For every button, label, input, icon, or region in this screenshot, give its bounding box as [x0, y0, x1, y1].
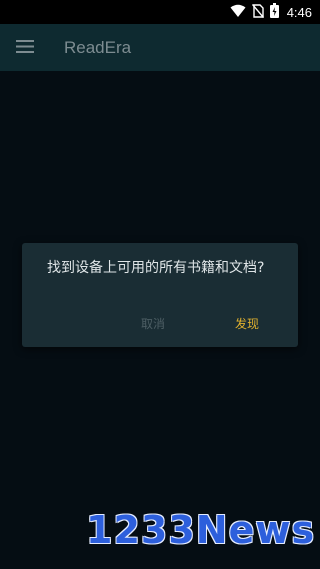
no-sim-icon [251, 3, 264, 22]
status-time: 4:46 [286, 4, 312, 20]
menu-button[interactable] [0, 24, 50, 71]
cancel-button[interactable]: 取消 [135, 311, 171, 337]
dialog-actions: 取消 发现 [22, 311, 298, 337]
app-title: ReadEra [64, 37, 132, 57]
discover-button[interactable]: 发现 [229, 311, 265, 337]
status-icons: 4:46 [230, 0, 312, 24]
status-bar: 4:46 [0, 0, 320, 24]
watermark-logo: 1233News [86, 508, 316, 552]
discover-books-dialog: 找到设备上可用的所有书籍和文档? 取消 发现 [22, 243, 298, 347]
wifi-icon [230, 3, 246, 22]
hamburger-menu-icon [16, 38, 34, 57]
battery-icon [269, 2, 279, 22]
dialog-message: 找到设备上可用的所有书籍和文档? [47, 260, 265, 276]
app-bar: ReadEra [0, 24, 320, 71]
